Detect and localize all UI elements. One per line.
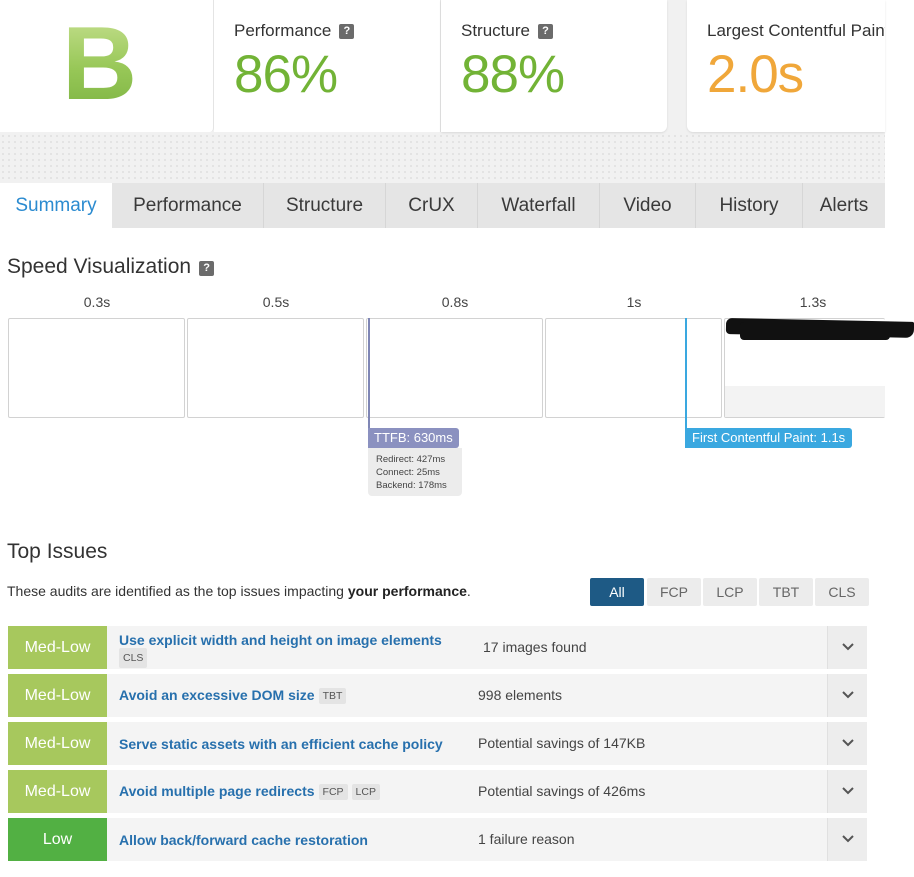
- expand-button[interactable]: [827, 626, 867, 669]
- issue-value: 1 failure reason: [478, 831, 575, 847]
- header-pattern: [0, 133, 885, 183]
- expand-button[interactable]: [827, 674, 867, 717]
- grade-letter: B: [62, 6, 138, 122]
- severity-badge: Low: [8, 818, 107, 861]
- chevron-down-icon: [842, 643, 854, 651]
- frame-time: 1s: [626, 294, 642, 310]
- redaction-mark: [740, 322, 890, 340]
- severity-badge: Med-Low: [8, 626, 107, 669]
- chevron-down-icon: [842, 787, 854, 795]
- performance-label: Performance: [234, 21, 332, 40]
- tab-alerts[interactable]: Alerts: [803, 183, 885, 228]
- metric-tag: TBT: [318, 688, 347, 704]
- structure-card: Structure? 88%: [441, 0, 667, 132]
- lcp-label: Largest Contentful Paint: [707, 21, 885, 40]
- metric-tag: LCP: [351, 784, 380, 800]
- frame-time: 0.3s: [83, 294, 111, 310]
- filter-tbt[interactable]: TBT: [759, 578, 813, 606]
- severity-badge: Med-Low: [8, 674, 107, 717]
- issue-row[interactable]: Med-Low Serve static assets with an effi…: [8, 722, 867, 765]
- issue-title-link[interactable]: Use explicit width and height on image e…: [119, 632, 442, 648]
- metric-tag: CLS: [119, 648, 148, 668]
- top-issues-description: These audits are identified as the top i…: [7, 583, 471, 599]
- ttfb-backend: Backend: 178ms: [376, 480, 447, 491]
- tab-structure[interactable]: Structure: [264, 183, 386, 228]
- ttfb-redirect: Redirect: 427ms: [376, 454, 446, 465]
- expand-button[interactable]: [827, 770, 867, 813]
- help-icon[interactable]: ?: [537, 24, 553, 39]
- ttfb-marker-line: [368, 318, 370, 429]
- top-issues-title: Top Issues: [7, 540, 108, 563]
- structure-label: Structure: [461, 21, 530, 40]
- lcp-value: 2.0s: [707, 45, 804, 104]
- metric-tag: FCP: [318, 784, 348, 800]
- filmstrip-frame[interactable]: [8, 318, 185, 418]
- issue-value: Potential savings of 147KB: [478, 735, 646, 751]
- frame-time: 0.5s: [262, 294, 290, 310]
- issue-value: 998 elements: [478, 687, 563, 703]
- tab-summary[interactable]: Summary: [0, 183, 112, 228]
- issue-title-link[interactable]: Avoid an excessive DOM size: [119, 687, 315, 703]
- filmstrip-frame[interactable]: [366, 318, 543, 418]
- structure-value: 88%: [461, 45, 565, 104]
- help-icon[interactable]: ?: [199, 261, 215, 276]
- expand-button[interactable]: [827, 722, 867, 765]
- ttfb-breakdown: Redirect: 427ms Connect: 25ms Backend: 1…: [368, 448, 462, 496]
- issue-title-link[interactable]: Allow back/forward cache restoration: [119, 832, 368, 848]
- issue-row[interactable]: Med-Low Avoid multiple page redirects FCP…: [8, 770, 867, 813]
- tab-history[interactable]: History: [696, 183, 803, 228]
- expand-button[interactable]: [827, 818, 867, 861]
- tab-video[interactable]: Video: [600, 183, 696, 228]
- frame-time: 1.3s: [799, 294, 827, 310]
- performance-value: 86%: [234, 45, 338, 104]
- filter-cls[interactable]: CLS: [815, 578, 869, 606]
- severity-badge: Med-Low: [8, 722, 107, 765]
- issue-row[interactable]: Med-Low Avoid an excessive DOM size TBT 9…: [8, 674, 867, 717]
- tab-waterfall[interactable]: Waterfall: [478, 183, 600, 228]
- fcp-marker-line: [685, 318, 687, 429]
- filter-all[interactable]: All: [590, 578, 644, 606]
- filmstrip-frame[interactable]: [187, 318, 364, 418]
- ttfb-connect: Connect: 25ms: [376, 467, 440, 478]
- severity-badge: Med-Low: [8, 770, 107, 813]
- issue-row[interactable]: Low Allow back/forward cache restoration…: [8, 818, 867, 861]
- issue-row[interactable]: Med-Low Use explicit width and height on…: [8, 626, 867, 669]
- chevron-down-icon: [842, 739, 854, 747]
- fcp-label: First Contentful Paint: 1.1s: [685, 428, 853, 448]
- issue-title-link[interactable]: Avoid multiple page redirects: [119, 783, 315, 799]
- help-icon[interactable]: ?: [339, 24, 355, 39]
- chevron-down-icon: [842, 835, 854, 843]
- filmstrip-frame[interactable]: [545, 318, 722, 418]
- speed-visualization-title: Speed Visualization: [7, 255, 192, 278]
- lcp-card: Largest Contentful Paint 2.0s: [687, 0, 885, 132]
- performance-card: Performance? 86%: [214, 0, 441, 132]
- issue-value: 17 images found: [483, 639, 587, 655]
- frame-time: 0.8s: [441, 294, 469, 310]
- filmstrip-frame-content: [725, 386, 885, 417]
- issue-value: Potential savings of 426ms: [478, 783, 646, 799]
- issue-title-link[interactable]: Serve static assets with an efficient ca…: [119, 736, 443, 752]
- filter-lcp[interactable]: LCP: [703, 578, 757, 606]
- tab-crux[interactable]: CrUX: [386, 183, 478, 228]
- chevron-down-icon: [842, 691, 854, 699]
- grade-card: B: [0, 0, 214, 132]
- report-tabs: Summary Performance Structure CrUX Water…: [0, 183, 885, 228]
- tab-performance[interactable]: Performance: [112, 183, 264, 228]
- ttfb-label: TTFB: 630ms: [368, 428, 459, 448]
- filter-fcp[interactable]: FCP: [647, 578, 701, 606]
